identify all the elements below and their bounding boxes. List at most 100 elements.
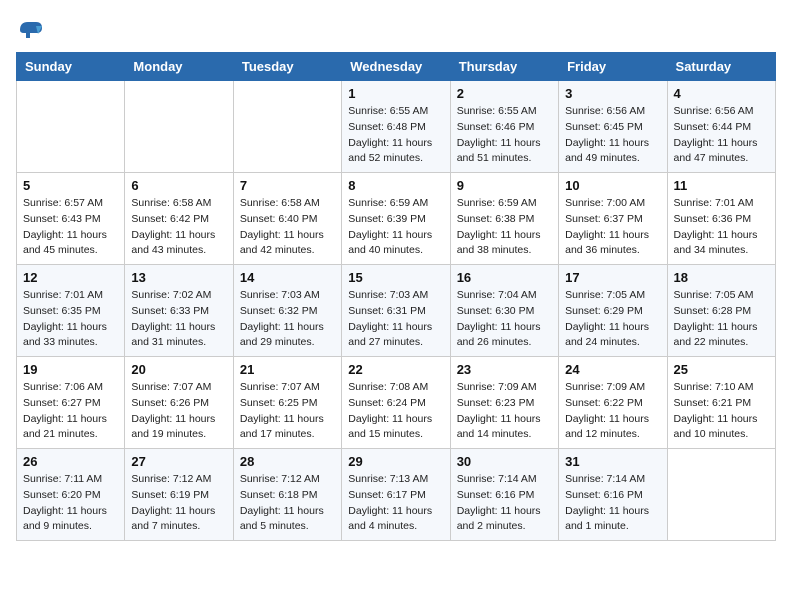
day-info: Sunrise: 6:56 AM Sunset: 6:44 PM Dayligh… xyxy=(674,104,769,167)
week-row-2: 5 Sunrise: 6:57 AM Sunset: 6:43 PM Daylig… xyxy=(17,173,776,265)
day-cell: 3 Sunrise: 6:56 AM Sunset: 6:45 PM Daylig… xyxy=(559,81,667,173)
day-number: 8 xyxy=(348,178,443,193)
day-info: Sunrise: 6:59 AM Sunset: 6:38 PM Dayligh… xyxy=(457,196,552,259)
day-info: Sunrise: 7:01 AM Sunset: 6:36 PM Dayligh… xyxy=(674,196,769,259)
day-info: Sunrise: 7:07 AM Sunset: 6:25 PM Dayligh… xyxy=(240,380,335,443)
day-number: 27 xyxy=(131,454,226,469)
day-number: 14 xyxy=(240,270,335,285)
day-number: 26 xyxy=(23,454,118,469)
day-info: Sunrise: 7:12 AM Sunset: 6:18 PM Dayligh… xyxy=(240,472,335,535)
day-cell: 1Sunrise: 6:55 AM Sunset: 6:48 PM Daylig… xyxy=(342,81,450,173)
week-row-1: 1Sunrise: 6:55 AM Sunset: 6:48 PM Daylig… xyxy=(17,81,776,173)
day-number: 17 xyxy=(565,270,660,285)
day-cell: 14 Sunrise: 7:03 AM Sunset: 6:32 PM Dayli… xyxy=(233,265,341,357)
weekday-header-tuesday: Tuesday xyxy=(233,53,341,81)
day-cell: 16Sunrise: 7:04 AM Sunset: 6:30 PM Dayli… xyxy=(450,265,558,357)
day-info: Sunrise: 7:13 AM Sunset: 6:17 PM Dayligh… xyxy=(348,472,443,535)
weekday-header-monday: Monday xyxy=(125,53,233,81)
weekday-header-row: SundayMondayTuesdayWednesdayThursdayFrid… xyxy=(17,53,776,81)
day-info: Sunrise: 6:57 AM Sunset: 6:43 PM Dayligh… xyxy=(23,196,118,259)
week-row-4: 19 Sunrise: 7:06 AM Sunset: 6:27 PM Dayli… xyxy=(17,357,776,449)
day-number: 25 xyxy=(674,362,769,377)
day-info: Sunrise: 7:05 AM Sunset: 6:29 PM Dayligh… xyxy=(565,288,660,351)
day-cell: 23 Sunrise: 7:09 AM Sunset: 6:23 PM Dayli… xyxy=(450,357,558,449)
day-info: Sunrise: 7:01 AM Sunset: 6:35 PM Dayligh… xyxy=(23,288,118,351)
day-info: Sunrise: 7:08 AM Sunset: 6:24 PM Dayligh… xyxy=(348,380,443,443)
calendar-table: SundayMondayTuesdayWednesdayThursdayFrid… xyxy=(16,52,776,541)
day-cell xyxy=(233,81,341,173)
day-cell: 19 Sunrise: 7:06 AM Sunset: 6:27 PM Dayli… xyxy=(17,357,125,449)
day-number: 4 xyxy=(674,86,769,101)
day-number: 2 xyxy=(457,86,552,101)
weekday-header-friday: Friday xyxy=(559,53,667,81)
day-cell: 9Sunrise: 6:59 AM Sunset: 6:38 PM Daylig… xyxy=(450,173,558,265)
day-number: 18 xyxy=(674,270,769,285)
day-cell xyxy=(667,449,775,541)
weekday-header-thursday: Thursday xyxy=(450,53,558,81)
day-number: 1 xyxy=(348,86,443,101)
day-cell: 12 Sunrise: 7:01 AM Sunset: 6:35 PM Dayli… xyxy=(17,265,125,357)
day-info: Sunrise: 7:06 AM Sunset: 6:27 PM Dayligh… xyxy=(23,380,118,443)
day-info: Sunrise: 6:55 AM Sunset: 6:46 PM Dayligh… xyxy=(457,104,552,167)
week-row-5: 26 Sunrise: 7:11 AM Sunset: 6:20 PM Dayli… xyxy=(17,449,776,541)
day-info: Sunrise: 7:03 AM Sunset: 6:31 PM Dayligh… xyxy=(348,288,443,351)
day-info: Sunrise: 6:56 AM Sunset: 6:45 PM Dayligh… xyxy=(565,104,660,167)
day-info: Sunrise: 7:09 AM Sunset: 6:22 PM Dayligh… xyxy=(565,380,660,443)
day-cell: 17 Sunrise: 7:05 AM Sunset: 6:29 PM Dayli… xyxy=(559,265,667,357)
day-info: Sunrise: 7:14 AM Sunset: 6:16 PM Dayligh… xyxy=(565,472,660,535)
day-info: Sunrise: 7:12 AM Sunset: 6:19 PM Dayligh… xyxy=(131,472,226,535)
day-cell xyxy=(125,81,233,173)
day-info: Sunrise: 7:14 AM Sunset: 6:16 PM Dayligh… xyxy=(457,472,552,535)
week-row-3: 12 Sunrise: 7:01 AM Sunset: 6:35 PM Dayli… xyxy=(17,265,776,357)
day-info: Sunrise: 7:09 AM Sunset: 6:23 PM Dayligh… xyxy=(457,380,552,443)
day-number: 23 xyxy=(457,362,552,377)
day-number: 20 xyxy=(131,362,226,377)
day-number: 3 xyxy=(565,86,660,101)
day-cell: 29 Sunrise: 7:13 AM Sunset: 6:17 PM Dayli… xyxy=(342,449,450,541)
day-number: 21 xyxy=(240,362,335,377)
day-number: 5 xyxy=(23,178,118,193)
day-cell: 18 Sunrise: 7:05 AM Sunset: 6:28 PM Dayli… xyxy=(667,265,775,357)
day-info: Sunrise: 7:05 AM Sunset: 6:28 PM Dayligh… xyxy=(674,288,769,351)
day-number: 7 xyxy=(240,178,335,193)
day-cell: 4 Sunrise: 6:56 AM Sunset: 6:44 PM Daylig… xyxy=(667,81,775,173)
day-number: 13 xyxy=(131,270,226,285)
day-cell: 27 Sunrise: 7:12 AM Sunset: 6:19 PM Dayli… xyxy=(125,449,233,541)
day-cell: 8 Sunrise: 6:59 AM Sunset: 6:39 PM Daylig… xyxy=(342,173,450,265)
day-number: 10 xyxy=(565,178,660,193)
weekday-header-wednesday: Wednesday xyxy=(342,53,450,81)
day-cell: 28 Sunrise: 7:12 AM Sunset: 6:18 PM Dayli… xyxy=(233,449,341,541)
day-info: Sunrise: 7:03 AM Sunset: 6:32 PM Dayligh… xyxy=(240,288,335,351)
day-info: Sunrise: 7:11 AM Sunset: 6:20 PM Dayligh… xyxy=(23,472,118,535)
day-cell: 21 Sunrise: 7:07 AM Sunset: 6:25 PM Dayli… xyxy=(233,357,341,449)
day-cell: 7 Sunrise: 6:58 AM Sunset: 6:40 PM Daylig… xyxy=(233,173,341,265)
weekday-header-sunday: Sunday xyxy=(17,53,125,81)
day-number: 24 xyxy=(565,362,660,377)
day-number: 29 xyxy=(348,454,443,469)
day-cell: 20 Sunrise: 7:07 AM Sunset: 6:26 PM Dayli… xyxy=(125,357,233,449)
day-cell: 24 Sunrise: 7:09 AM Sunset: 6:22 PM Dayli… xyxy=(559,357,667,449)
page-header xyxy=(16,16,776,44)
day-number: 22 xyxy=(348,362,443,377)
day-cell: 15Sunrise: 7:03 AM Sunset: 6:31 PM Dayli… xyxy=(342,265,450,357)
day-number: 16 xyxy=(457,270,552,285)
day-number: 28 xyxy=(240,454,335,469)
day-cell: 2 Sunrise: 6:55 AM Sunset: 6:46 PM Daylig… xyxy=(450,81,558,173)
weekday-header-saturday: Saturday xyxy=(667,53,775,81)
day-cell: 31Sunrise: 7:14 AM Sunset: 6:16 PM Dayli… xyxy=(559,449,667,541)
day-cell: 5 Sunrise: 6:57 AM Sunset: 6:43 PM Daylig… xyxy=(17,173,125,265)
day-cell xyxy=(17,81,125,173)
day-cell: 11Sunrise: 7:01 AM Sunset: 6:36 PM Dayli… xyxy=(667,173,775,265)
day-info: Sunrise: 6:59 AM Sunset: 6:39 PM Dayligh… xyxy=(348,196,443,259)
day-info: Sunrise: 7:02 AM Sunset: 6:33 PM Dayligh… xyxy=(131,288,226,351)
day-info: Sunrise: 6:58 AM Sunset: 6:42 PM Dayligh… xyxy=(131,196,226,259)
day-cell: 13 Sunrise: 7:02 AM Sunset: 6:33 PM Dayli… xyxy=(125,265,233,357)
day-info: Sunrise: 7:07 AM Sunset: 6:26 PM Dayligh… xyxy=(131,380,226,443)
day-cell: 30Sunrise: 7:14 AM Sunset: 6:16 PM Dayli… xyxy=(450,449,558,541)
day-info: Sunrise: 6:58 AM Sunset: 6:40 PM Dayligh… xyxy=(240,196,335,259)
day-cell: 6 Sunrise: 6:58 AM Sunset: 6:42 PM Daylig… xyxy=(125,173,233,265)
day-number: 6 xyxy=(131,178,226,193)
day-number: 12 xyxy=(23,270,118,285)
day-info: Sunrise: 7:00 AM Sunset: 6:37 PM Dayligh… xyxy=(565,196,660,259)
day-number: 19 xyxy=(23,362,118,377)
